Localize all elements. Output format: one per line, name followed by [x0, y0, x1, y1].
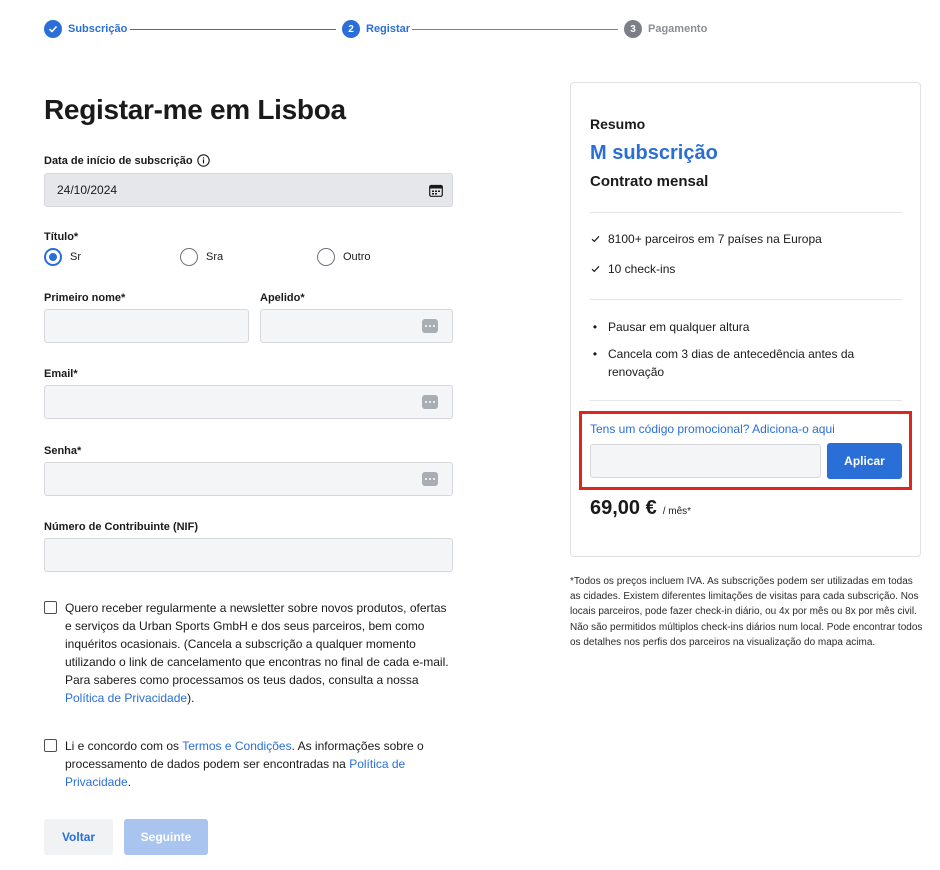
start-date-label-text: Data de início de subscrição — [44, 154, 193, 167]
condition-text: Pausar em qualquer altura — [608, 320, 750, 334]
email-field[interactable] — [44, 385, 453, 419]
title-label: Título* — [44, 231, 79, 243]
page-title: Registar-me em Lisboa — [44, 94, 346, 125]
divider — [590, 400, 902, 401]
newsletter-consent-text: Quero receber regularmente a newsletter … — [65, 599, 455, 707]
terms-link[interactable]: Termos e Condições — [182, 739, 291, 753]
autofill-icon[interactable] — [422, 472, 438, 486]
password-label: Senha* — [44, 445, 82, 457]
last-name-label: Apelido* — [260, 292, 305, 304]
privacy-policy-link[interactable]: Política de Privacidade — [65, 691, 187, 705]
step-label: Registar — [366, 23, 411, 35]
bullet-icon: • — [592, 347, 598, 361]
divider — [590, 212, 902, 213]
condition-item: • Cancela com 3 dias de antecedência ant… — [590, 345, 890, 381]
newsletter-suffix: ). — [187, 691, 195, 705]
start-date-value: 24/10/2024 — [57, 183, 118, 197]
check-icon — [590, 230, 600, 248]
email-label: Email* — [44, 368, 78, 380]
bullet-icon: • — [592, 320, 598, 334]
radio-label: Outro — [343, 251, 371, 263]
start-date-field[interactable]: 24/10/2024 — [44, 173, 453, 207]
autofill-icon[interactable] — [422, 319, 438, 333]
promo-code-link[interactable]: Tens um código promocional? Adiciona-o a… — [590, 422, 835, 436]
progress-stepper: Subscrição 2 Registar 3 Pagamento — [44, 20, 724, 38]
next-button[interactable]: Seguinte — [124, 819, 208, 855]
autofill-icon[interactable] — [422, 395, 438, 409]
feature-text: 8100+ parceiros em 7 países na Europa — [608, 232, 822, 246]
step-label: Pagamento — [648, 23, 708, 35]
title-option-sr[interactable]: Sr — [44, 248, 81, 266]
nif-field[interactable] — [44, 538, 453, 572]
first-name-field[interactable] — [44, 309, 249, 343]
feature-item: 8100+ parceiros em 7 países na Europa — [590, 230, 822, 248]
back-button[interactable]: Voltar — [44, 819, 113, 855]
condition-text: Cancela com 3 dias de antecedência antes… — [608, 347, 855, 379]
terms-consent-text: Li e concordo com os Termos e Condições.… — [65, 737, 455, 791]
condition-item: • Pausar em qualquer altura — [590, 318, 890, 336]
feature-text: 10 check-ins — [608, 262, 676, 276]
plan-name: M subscrição — [590, 142, 718, 164]
check-icon — [590, 260, 600, 278]
newsletter-checkbox[interactable] — [44, 601, 57, 614]
step-connector — [412, 29, 618, 30]
price-unit: / mês* — [662, 506, 692, 517]
apply-promo-button[interactable]: Aplicar — [827, 443, 902, 479]
step-subscricao[interactable]: Subscrição — [44, 20, 127, 38]
feature-item: 10 check-ins — [590, 260, 675, 278]
last-name-field[interactable] — [260, 309, 453, 343]
info-icon[interactable] — [196, 154, 210, 167]
start-date-label: Data de início de subscrição — [44, 154, 210, 167]
nif-label: Número de Contribuinte (NIF) — [44, 521, 198, 533]
step-number: 3 — [624, 20, 642, 38]
divider — [590, 299, 902, 300]
promo-code-input[interactable] — [590, 444, 821, 478]
price: 69,00 € / mês* — [590, 497, 691, 520]
terms-prefix: Li e concordo com os — [65, 739, 183, 753]
terms-suffix: . — [127, 775, 132, 789]
summary-card: Resumo M subscrição Contrato mensal 8100… — [570, 82, 921, 557]
password-field[interactable] — [44, 462, 453, 496]
first-name-label: Primeiro nome* — [44, 292, 126, 304]
contract-type: Contrato mensal — [590, 173, 709, 190]
newsletter-text: Quero receber regularmente a newsletter … — [65, 601, 449, 687]
step-registar: 2 Registar — [342, 20, 410, 38]
pricing-footnote: *Todos os preços incluem IVA. As subscri… — [570, 576, 923, 648]
radio-label: Sra — [206, 251, 224, 263]
radio-button[interactable] — [180, 248, 198, 266]
step-label: Subscrição — [68, 23, 128, 35]
radio-label: Sr — [70, 251, 81, 263]
calendar-icon[interactable] — [429, 184, 443, 197]
title-option-sra[interactable]: Sra — [180, 248, 223, 266]
step-pagamento: 3 Pagamento — [624, 20, 707, 38]
title-option-outro[interactable]: Outro — [317, 248, 371, 266]
check-icon — [44, 20, 62, 38]
radio-button-checked[interactable] — [44, 248, 62, 266]
step-connector — [130, 29, 336, 30]
step-number: 2 — [342, 20, 360, 38]
terms-checkbox[interactable] — [44, 739, 57, 752]
price-amount: 69,00 € — [590, 497, 657, 519]
radio-button[interactable] — [317, 248, 335, 266]
summary-heading: Resumo — [590, 116, 646, 132]
